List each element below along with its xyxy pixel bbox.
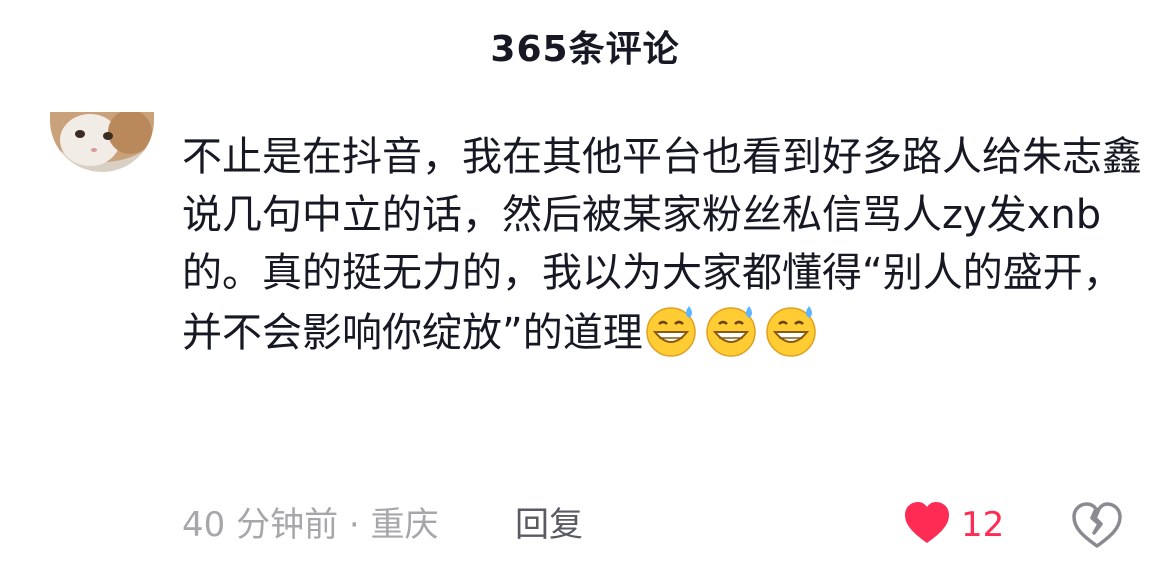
like-button[interactable]: 12 xyxy=(903,498,1004,552)
grinning-sweat-emoji xyxy=(763,302,819,358)
avatar[interactable] xyxy=(50,112,154,172)
grinning-sweat-emoji xyxy=(703,302,759,358)
dislike-button[interactable] xyxy=(1070,498,1124,552)
like-count: 12 xyxy=(961,505,1005,545)
grinning-sweat-emoji xyxy=(643,302,699,358)
comments-count-title: 365条评论 xyxy=(490,29,680,70)
comment-meta: 40 分钟前 · 重庆 xyxy=(182,505,439,545)
heart-icon xyxy=(903,501,951,549)
broken-heart-icon xyxy=(1070,502,1124,556)
reply-button[interactable]: 回复 xyxy=(515,500,583,550)
comment-body: 不止是在抖音，我在其他平台也看到好多路人给朱志鑫说几句中立的话，然后被某家粉丝私… xyxy=(182,128,1142,362)
